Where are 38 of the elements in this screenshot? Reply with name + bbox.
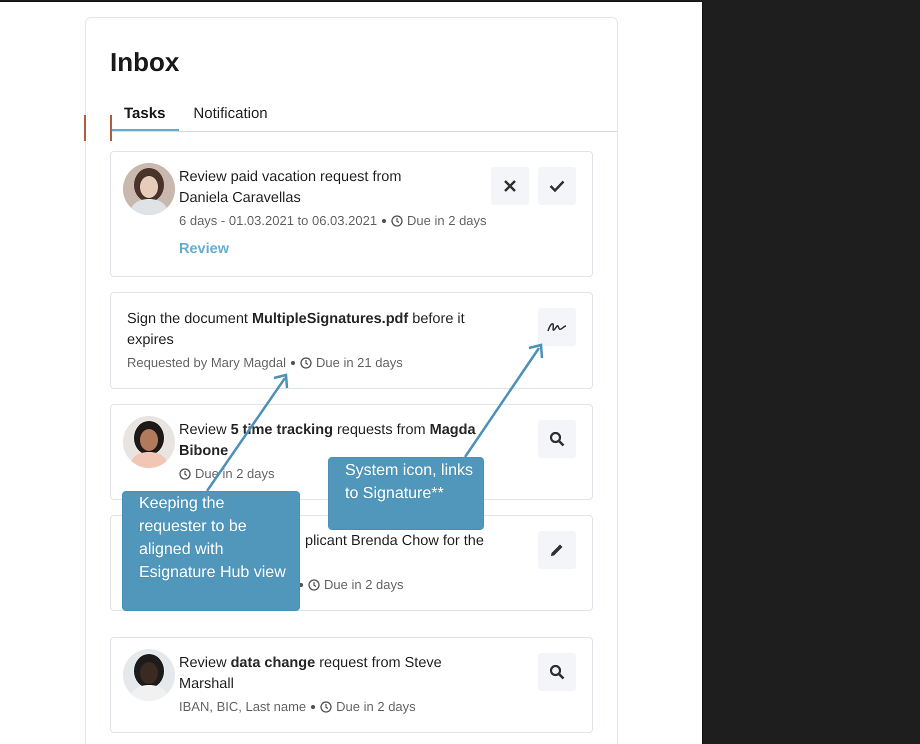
search-icon — [549, 431, 565, 447]
due-date: Due in 2 days — [336, 698, 416, 716]
check-button[interactable] — [538, 167, 576, 205]
search-icon — [549, 664, 565, 680]
bullet-icon — [382, 219, 386, 223]
due-date: Due in 2 days — [407, 212, 487, 230]
due-date: Due in 2 days — [324, 576, 404, 594]
callout-note: System icon, links to Signature** — [328, 457, 484, 530]
task-details: Requested by Mary Magdal — [127, 354, 286, 372]
task-title: Review data change request from Steve Marshall — [179, 654, 443, 694]
task-details: IBAN, BIC, Last name — [179, 698, 306, 716]
search-button[interactable] — [538, 653, 576, 691]
task-details: 6 days - 01.03.2021 to 06.03.2021 — [179, 212, 378, 230]
bullet-icon — [311, 705, 316, 709]
task-title: Sign the document MultipleSignatures.pdf before it expires — [127, 310, 466, 350]
clock-icon — [308, 579, 320, 591]
signature-icon — [547, 321, 567, 333]
task-title: Review paid vacation request from Daniela Caravellas — [179, 168, 402, 208]
task-title: plicant Brenda Chow for the — [305, 532, 484, 551]
pencil-button[interactable] — [538, 531, 576, 569]
tab[interactable]: Notification — [179, 100, 282, 132]
close-icon — [503, 179, 517, 193]
pencil-icon — [549, 542, 565, 558]
bullet-icon — [290, 361, 295, 365]
due-date: Due in 21 days — [316, 354, 403, 372]
signature-button[interactable] — [538, 308, 576, 346]
close-button[interactable] — [491, 167, 529, 205]
clock-icon — [179, 468, 191, 480]
due-date: Due in 2 days — [195, 465, 274, 483]
clock-icon — [320, 701, 332, 713]
check-icon — [549, 179, 565, 193]
clock-icon — [300, 357, 312, 369]
callout-note: Keeping the requester to be aligned with Esignature Hub view — [122, 491, 300, 611]
search-button[interactable] — [538, 420, 576, 458]
page-title: Inbox — [110, 46, 180, 78]
cursor-mark — [110, 115, 112, 141]
clock-icon — [391, 215, 404, 227]
cursor-mark — [84, 115, 86, 141]
